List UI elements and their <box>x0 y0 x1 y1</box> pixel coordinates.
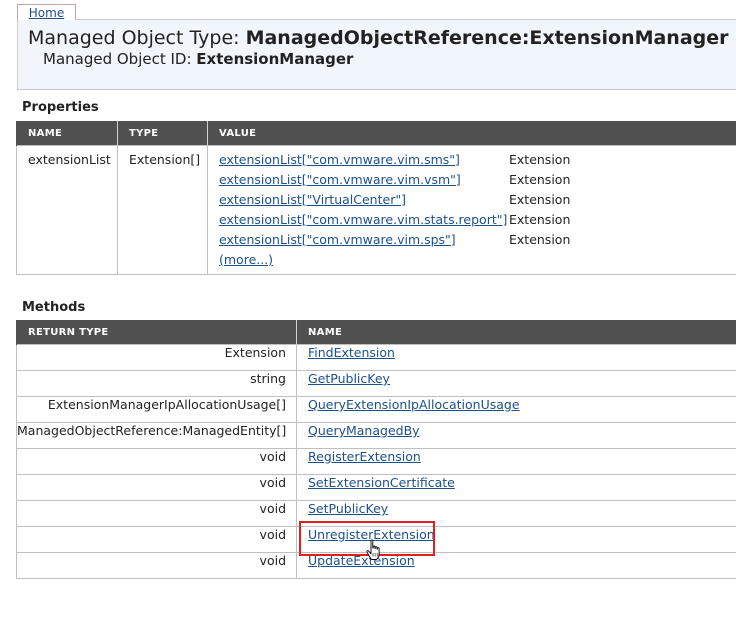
extension-type: Extension <box>509 212 571 227</box>
extension-link[interactable]: extensionList["VirtualCenter"] <box>219 192 406 207</box>
property-value: extensionList["com.vmware.vim.sms"] Exten… <box>207 145 736 275</box>
method-return-type: void <box>16 552 297 579</box>
method-link-set-extension-certificate[interactable]: SetExtensionCertificate <box>308 475 455 490</box>
method-return-type: void <box>16 448 297 475</box>
extension-type: Extension <box>509 152 571 167</box>
page-header: Managed Object Type: ManagedObjectRefere… <box>17 19 736 90</box>
extension-link[interactable]: extensionList["com.vmware.vim.sms"] <box>219 152 460 167</box>
extension-type: Extension <box>509 172 571 187</box>
home-tab[interactable]: Home <box>17 4 76 20</box>
property-type: Extension[] <box>117 145 208 275</box>
method-row: void SetExtensionCertificate <box>16 474 736 501</box>
method-name-cell: FindExtension <box>296 344 736 371</box>
property-value-item: extensionList["com.vmware.vim.sps"] Exten… <box>219 230 736 250</box>
column-header-type: TYPE <box>117 121 208 146</box>
method-return-type: ManagedObjectReference:ManagedEntity[] <box>16 422 297 449</box>
method-link-register-extension[interactable]: RegisterExtension <box>308 449 421 464</box>
properties-table: NAME TYPE VALUE extensionList Extension[… <box>16 121 736 275</box>
method-link-set-public-key[interactable]: SetPublicKey <box>308 501 388 516</box>
column-header-name: NAME <box>16 121 118 146</box>
method-name-cell: RegisterExtension <box>296 448 736 475</box>
method-row: ExtensionManagerIpAllocationUsage[] Query… <box>16 396 736 423</box>
method-link-get-public-key[interactable]: GetPublicKey <box>308 371 390 386</box>
property-value-item: extensionList["VirtualCenter"] Extension <box>219 190 736 210</box>
method-name-cell: GetPublicKey <box>296 370 736 397</box>
method-name-cell: SetPublicKey <box>296 500 736 527</box>
extension-type: Extension <box>509 232 571 247</box>
extension-link[interactable]: extensionList["com.vmware.vim.sps"] <box>219 232 456 247</box>
method-link-find-extension[interactable]: FindExtension <box>308 345 395 360</box>
methods-title: Methods <box>22 300 86 315</box>
extension-link[interactable]: extensionList["com.vmware.vim.vsm"] <box>219 172 461 187</box>
property-value-item: extensionList["com.vmware.vim.vsm"] Exten… <box>219 170 736 190</box>
method-return-type: ExtensionManagerIpAllocationUsage[] <box>16 396 297 423</box>
property-value-item: extensionList["com.vmware.vim.stats.repo… <box>219 210 736 230</box>
managed-object-type: Managed Object Type: ManagedObjectRefere… <box>28 27 729 49</box>
properties-title: Properties <box>22 100 99 115</box>
method-row: void SetPublicKey <box>16 500 736 527</box>
hand-pointer-icon <box>366 539 380 560</box>
method-return-type: void <box>16 526 297 553</box>
method-return-type: void <box>16 500 297 527</box>
extension-link[interactable]: extensionList["com.vmware.vim.stats.repo… <box>219 212 507 227</box>
method-return-type: Extension <box>16 344 297 371</box>
method-name-cell: UnregisterExtension <box>296 526 736 553</box>
method-return-type: string <box>16 370 297 397</box>
property-name: extensionList <box>16 145 118 275</box>
property-value-item: extensionList["com.vmware.vim.sms"] Exten… <box>219 150 736 170</box>
column-header-method-name: NAME <box>296 320 736 345</box>
property-value-item: (more...) <box>219 250 736 270</box>
method-name-cell: QueryExtensionIpAllocationUsage <box>296 396 736 423</box>
method-name-cell: UpdateExtension <box>296 552 736 579</box>
method-link-query-managed-by[interactable]: QueryManagedBy <box>308 423 420 438</box>
method-name-cell: SetExtensionCertificate <box>296 474 736 501</box>
method-row: string GetPublicKey <box>16 370 736 397</box>
column-header-value: VALUE <box>207 121 736 146</box>
method-row: ManagedObjectReference:ManagedEntity[] Qu… <box>16 422 736 449</box>
property-row: extensionList Extension[] extensionList[… <box>16 145 736 275</box>
method-name-cell: QueryManagedBy <box>296 422 736 449</box>
column-header-return-type: RETURN TYPE <box>16 320 297 345</box>
method-link-query-extension-ip-allocation-usage[interactable]: QueryExtensionIpAllocationUsage <box>308 397 520 412</box>
more-link[interactable]: (more...) <box>219 252 273 267</box>
method-return-type: void <box>16 474 297 501</box>
method-link-update-extension[interactable]: UpdateExtension <box>308 553 415 568</box>
managed-object-id: Managed Object ID: ExtensionManager <box>43 50 354 68</box>
method-row: Extension FindExtension <box>16 344 736 371</box>
method-row: void RegisterExtension <box>16 448 736 475</box>
extension-type: Extension <box>509 192 571 207</box>
